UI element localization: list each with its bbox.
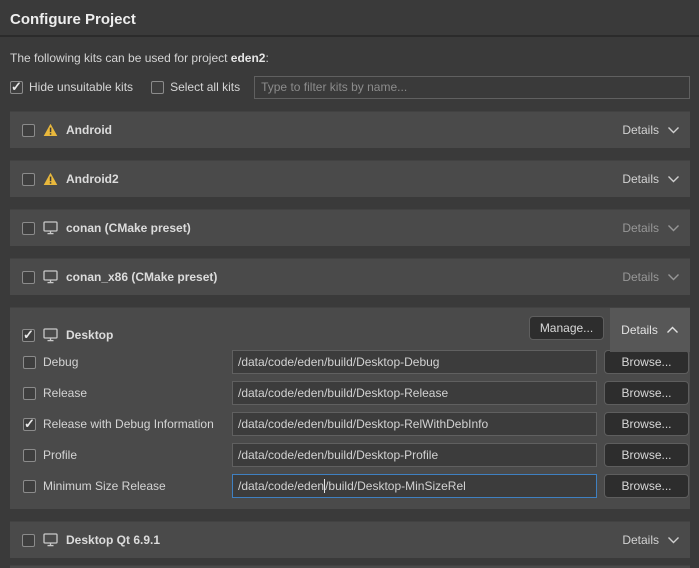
kit-checkbox-conan[interactable] — [22, 222, 35, 235]
kit-row-conan-x86: conan_x86 (CMake preset) Details — [10, 258, 690, 295]
warning-icon — [43, 123, 58, 137]
config-checkbox-profile[interactable] — [23, 449, 36, 462]
config-label: Release with Debug Information — [43, 417, 214, 431]
page-title: Configure Project — [0, 0, 699, 35]
config-checkbox-debug[interactable] — [23, 356, 36, 369]
desktop-monitor-icon — [43, 221, 58, 235]
details-label: Details — [622, 172, 659, 186]
details-label: Details — [622, 123, 659, 137]
path-text-before-cursor: /data/code/eden — [238, 479, 324, 493]
details-toggle-desktop-qt[interactable]: Details — [622, 533, 680, 547]
browse-button-minsizerel[interactable]: Browse... — [604, 474, 689, 498]
kit-row-android: Android Details — [10, 111, 690, 148]
config-row-debug: Debug Browse... — [23, 350, 690, 374]
build-dir-input-debug[interactable] — [232, 350, 597, 374]
chevron-up-icon — [666, 326, 679, 334]
kit-checkbox-desktop-qt[interactable] — [22, 534, 35, 547]
build-dir-input-relwithdebinfo[interactable] — [232, 412, 597, 436]
chevron-down-icon — [667, 175, 680, 183]
config-row-relwithdebinfo: Release with Debug Information Browse... — [23, 412, 690, 436]
kit-row-desktop-qt: Desktop Qt 6.9.1 Details — [10, 521, 690, 558]
hide-unsuitable-label[interactable]: Hide unsuitable kits — [29, 80, 133, 94]
path-text-after-cursor: /build/Desktop-MinSizeRel — [325, 479, 466, 493]
config-label: Debug — [43, 355, 78, 369]
build-dir-input-minsizerel-focused[interactable]: /data/code/eden/build/Desktop-MinSizeRel — [232, 474, 597, 498]
kit-name: conan_x86 (CMake preset) — [66, 270, 217, 284]
details-toggle-conan[interactable]: Details — [622, 221, 680, 235]
browse-button-debug[interactable]: Browse... — [604, 350, 689, 374]
details-toggle-android2[interactable]: Details — [622, 172, 680, 186]
manage-kits-button[interactable]: Manage... — [529, 316, 604, 340]
desktop-monitor-icon — [43, 533, 58, 547]
config-row-release: Release Browse... — [23, 381, 690, 405]
intro-text-after: : — [265, 51, 268, 65]
chevron-down-icon — [667, 224, 680, 232]
config-row-profile: Profile Browse... — [23, 443, 690, 467]
browse-button-relwithdebinfo[interactable]: Browse... — [604, 412, 689, 436]
kit-checkbox-desktop[interactable] — [22, 329, 35, 342]
details-toggle-desktop-expanded[interactable]: Details — [610, 308, 690, 352]
kit-checkbox-android[interactable] — [22, 124, 35, 137]
config-label: Minimum Size Release — [43, 479, 166, 493]
kit-row-conan: conan (CMake preset) Details — [10, 209, 690, 246]
hide-unsuitable-checkbox[interactable] — [10, 81, 23, 94]
chevron-down-icon — [667, 536, 680, 544]
kit-checkbox-android2[interactable] — [22, 173, 35, 186]
filter-controls: Hide unsuitable kits Select all kits — [10, 75, 690, 99]
config-label: Profile — [43, 448, 77, 462]
browse-button-profile[interactable]: Browse... — [604, 443, 689, 467]
browse-button-release[interactable]: Browse... — [604, 381, 689, 405]
config-checkbox-minsizerel[interactable] — [23, 480, 36, 493]
chevron-down-icon — [667, 273, 680, 281]
details-label: Details — [622, 221, 659, 235]
config-row-minsizerel: Minimum Size Release /data/code/eden/bui… — [23, 474, 690, 498]
details-label: Details — [621, 323, 658, 337]
select-all-label[interactable]: Select all kits — [170, 80, 240, 94]
desktop-monitor-icon — [43, 328, 58, 342]
config-checkbox-release[interactable] — [23, 387, 36, 400]
kit-filter-input[interactable] — [254, 76, 690, 99]
kit-name: Desktop Qt 6.9.1 — [66, 533, 160, 547]
kit-name: Desktop — [66, 328, 113, 342]
config-checkbox-relwithdebinfo[interactable] — [23, 418, 36, 431]
project-name: eden2 — [231, 51, 266, 65]
details-toggle-conan-x86[interactable]: Details — [622, 270, 680, 284]
kit-row-android2: Android2 Details — [10, 160, 690, 197]
desktop-monitor-icon — [43, 270, 58, 284]
config-label: Release — [43, 386, 87, 400]
intro-text-before: The following kits can be used for proje… — [10, 51, 231, 65]
details-label: Details — [622, 270, 659, 284]
build-dir-input-profile[interactable] — [232, 443, 597, 467]
kit-checkbox-conan-x86[interactable] — [22, 271, 35, 284]
warning-icon — [43, 172, 58, 186]
kit-name: conan (CMake preset) — [66, 221, 191, 235]
kit-name: Android2 — [66, 172, 119, 186]
select-all-checkbox[interactable] — [151, 81, 164, 94]
chevron-down-icon — [667, 126, 680, 134]
details-label: Details — [622, 533, 659, 547]
details-toggle-android[interactable]: Details — [622, 123, 680, 137]
intro-text: The following kits can be used for proje… — [0, 37, 699, 65]
kit-name: Android — [66, 123, 112, 137]
build-dir-input-release[interactable] — [232, 381, 597, 405]
kit-panel-desktop: Desktop Manage... Details Debug Browse..… — [10, 307, 690, 509]
